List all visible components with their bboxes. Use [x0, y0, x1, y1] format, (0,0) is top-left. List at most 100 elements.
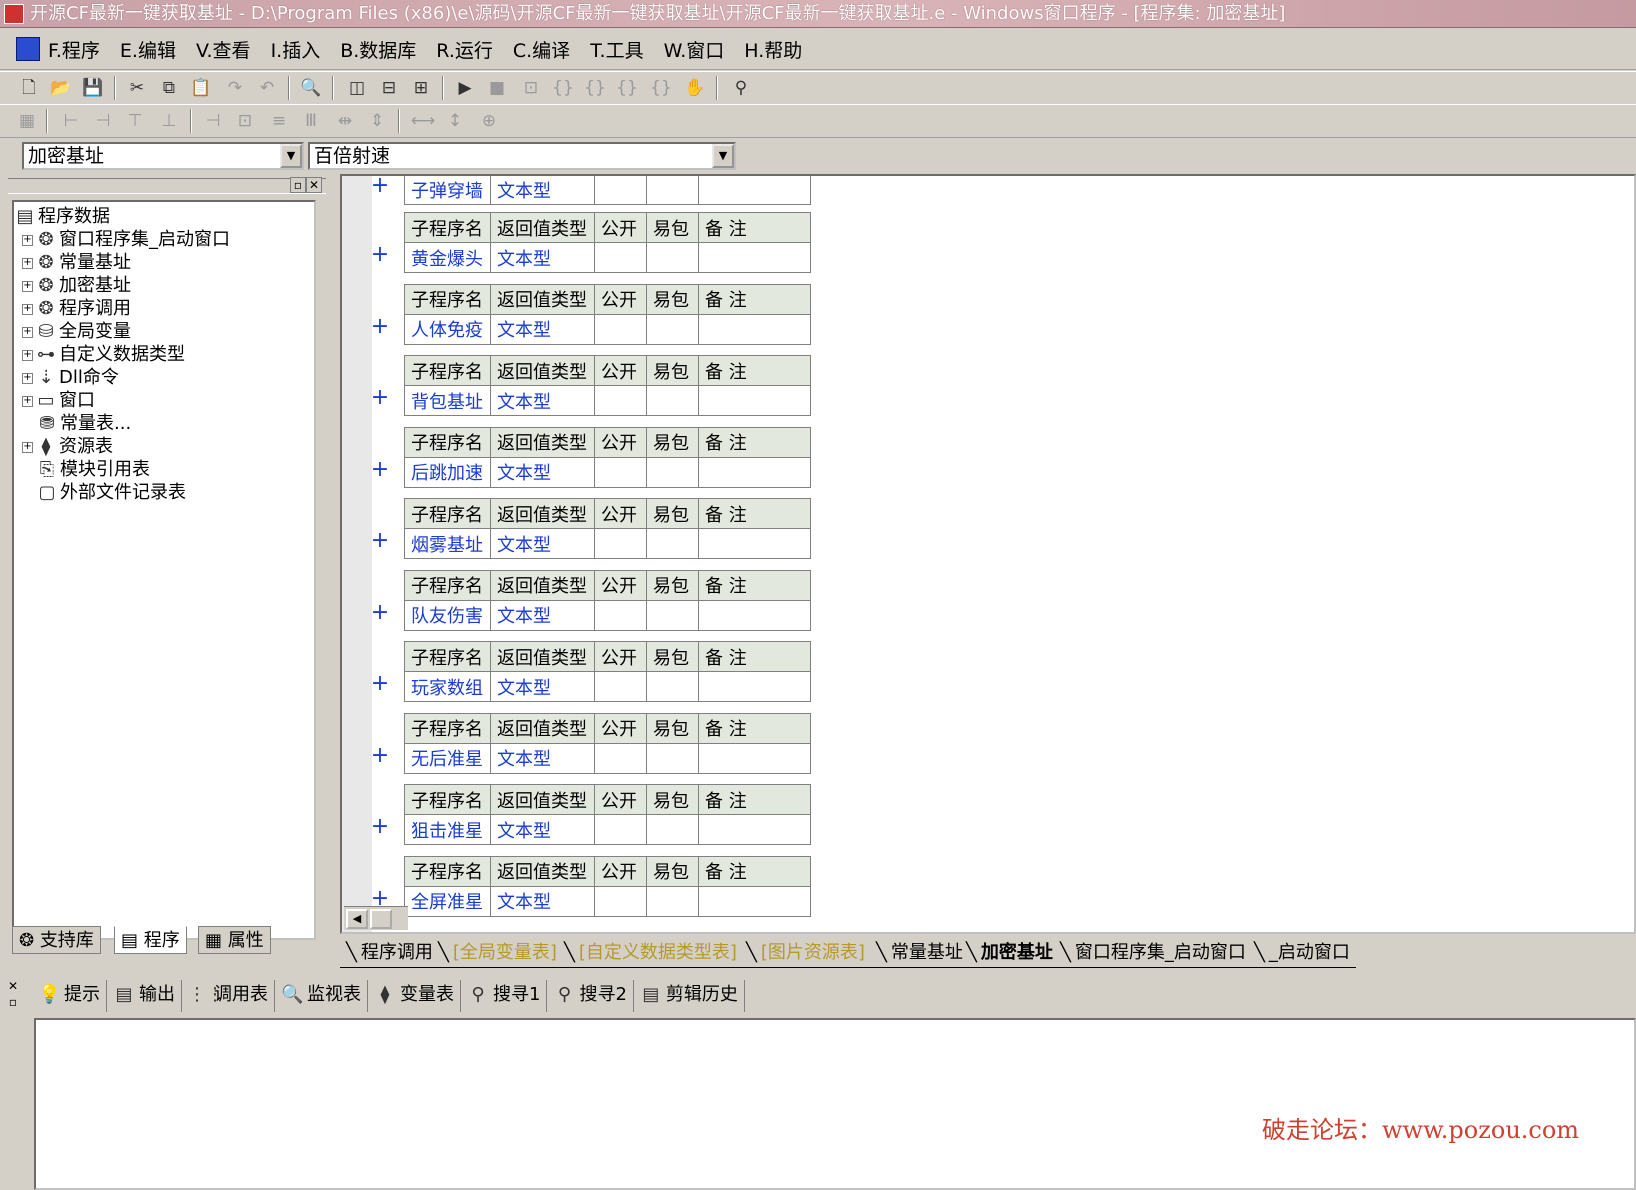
menu-insert[interactable]: I.插入: [269, 39, 323, 63]
tree-item-resources[interactable]: + ⧫ 资源表: [22, 436, 113, 458]
expand-plus-icon[interactable]: +: [370, 242, 390, 267]
redo-icon[interactable]: ↷: [222, 75, 248, 101]
maximize-panel-icon[interactable]: ▫: [290, 177, 306, 193]
align-left-icon[interactable]: ⊢: [58, 108, 84, 134]
e-language-logo-icon[interactable]: [16, 37, 40, 61]
tree-root[interactable]: ▤ 程序数据: [16, 206, 110, 228]
undo-icon[interactable]: ↶: [254, 75, 280, 101]
table-cell[interactable]: [646, 885, 699, 917]
table-row[interactable]: 后跳加速 文本型: [404, 456, 811, 488]
expand-plus-icon[interactable]: +: [370, 457, 390, 482]
run-icon[interactable]: ▶: [452, 75, 478, 101]
return-type-cell[interactable]: 文本型: [490, 599, 595, 631]
close-panel-icon[interactable]: ✕: [4, 978, 22, 994]
tab-image-resources[interactable]: [图片资源表]: [740, 938, 871, 968]
table-cell[interactable]: [594, 385, 647, 416]
expand-plus-icon[interactable]: +: [370, 600, 390, 625]
table-cell[interactable]: [594, 885, 647, 917]
menu-window[interactable]: W.窗口: [662, 39, 727, 63]
tree-item-const-table[interactable]: ⛃ 常量表...: [38, 413, 131, 435]
return-type-cell[interactable]: 文本型: [490, 456, 595, 488]
table-row[interactable]: 无后准星 文本型: [404, 742, 811, 774]
table-cell[interactable]: [594, 242, 647, 273]
tree-item-encrypt-base[interactable]: + ❂ 加密基址: [22, 275, 131, 297]
chevron-down-icon[interactable]: ▼: [712, 144, 734, 168]
tab-hint[interactable]: 💡 提示: [32, 980, 107, 1012]
return-type-cell[interactable]: 文本型: [490, 814, 595, 845]
debug-icon[interactable]: ⊡: [518, 75, 544, 101]
subroutine-name-cell[interactable]: 黄金爆头: [404, 242, 491, 273]
table-cell[interactable]: [646, 385, 699, 416]
center-h-icon[interactable]: ⊣: [200, 108, 226, 134]
restore-panel-icon[interactable]: ▫: [4, 994, 22, 1010]
return-type-cell[interactable]: 文本型: [490, 528, 595, 559]
table-cell[interactable]: [698, 385, 811, 416]
table-cell[interactable]: [646, 599, 699, 631]
copy-icon[interactable]: ⧉: [156, 75, 182, 101]
return-type-cell[interactable]: 文本型: [490, 313, 595, 345]
table-cell[interactable]: [646, 313, 699, 345]
table-row[interactable]: 全屏准星 文本型: [404, 885, 811, 917]
table-cell[interactable]: [646, 176, 699, 205]
menu-edit[interactable]: E.编辑: [118, 39, 178, 63]
table-cell[interactable]: [594, 176, 647, 205]
layout-left-icon[interactable]: ◫: [344, 75, 370, 101]
tree-item-global-vars[interactable]: + ⛁ 全局变量: [22, 321, 131, 343]
step-out-icon[interactable]: {}: [614, 75, 640, 101]
tree-item-window-assembly[interactable]: + ❂ 窗口程序集_启动窗口: [22, 229, 230, 251]
menu-view[interactable]: V.查看: [194, 39, 253, 63]
table-cell[interactable]: [646, 742, 699, 774]
tree-item-custom-types[interactable]: + ⊶ 自定义数据类型: [22, 344, 185, 366]
table-cell[interactable]: [594, 599, 647, 631]
same-height-icon[interactable]: ↕: [442, 108, 468, 134]
new-file-icon[interactable]: 🗋: [16, 75, 42, 101]
subroutine-name-cell[interactable]: 狙击准星: [404, 814, 491, 845]
table-cell[interactable]: [594, 671, 647, 702]
table-cell[interactable]: [698, 885, 811, 917]
table-row[interactable]: 狙击准星 文本型: [404, 814, 811, 845]
menu-tools[interactable]: T.工具: [588, 39, 645, 63]
return-type-cell[interactable]: 文本型: [490, 671, 595, 702]
center-vert-icon[interactable]: Ⅲ: [298, 108, 324, 134]
hand-icon[interactable]: ✋: [682, 75, 708, 101]
return-type-cell[interactable]: 文本型: [490, 242, 595, 273]
chevron-down-icon[interactable]: ▼: [280, 144, 302, 168]
tab-watch[interactable]: 🔍 监视表: [275, 980, 368, 1012]
menu-help[interactable]: H.帮助: [742, 39, 804, 63]
tab-program[interactable]: ▤ 程序: [114, 926, 187, 954]
space-h-icon[interactable]: ⇹: [332, 108, 358, 134]
tab-search2[interactable]: ⚲ 搜寻2: [547, 980, 634, 1012]
expand-plus-icon[interactable]: +: [370, 743, 390, 768]
layout-top-icon[interactable]: ⊟: [376, 75, 402, 101]
assembly-select[interactable]: 加密基址 ▼: [22, 142, 304, 170]
table-row[interactable]: 背包基址 文本型: [404, 385, 811, 416]
code-editor[interactable]: 子弹穿墙 文本型 + 子程序名 返回值类型 公开 易包备 注黄金爆头 文本型 + 子程序名 返回值类…: [340, 174, 1636, 934]
subroutine-name-cell[interactable]: 全屏准星: [404, 885, 491, 917]
table-cell[interactable]: [646, 528, 699, 559]
open-file-icon[interactable]: 📂: [48, 75, 74, 101]
align-bottom-icon[interactable]: ⊥: [156, 108, 182, 134]
return-type-cell[interactable]: 文本型: [490, 176, 595, 205]
tab-encrypt-base[interactable]: 加密基址: [960, 938, 1059, 968]
menu-compile[interactable]: C.编译: [511, 39, 572, 63]
expand-plus-icon[interactable]: +: [370, 528, 390, 553]
table-cell[interactable]: [698, 671, 811, 702]
paste-icon[interactable]: 📋: [188, 75, 214, 101]
panel-grip[interactable]: ▫ ✕: [8, 177, 326, 194]
cut-icon[interactable]: ✂: [124, 75, 150, 101]
table-cell[interactable]: [594, 528, 647, 559]
expand-plus-icon[interactable]: +: [370, 385, 390, 410]
tab-startup-window[interactable]: _启动窗口: [1248, 938, 1356, 968]
subroutine-name-cell[interactable]: 人体免疫: [404, 313, 491, 345]
table-cell[interactable]: [594, 313, 647, 345]
align-top-icon[interactable]: ⊤: [122, 108, 148, 134]
tab-program-call[interactable]: 程序调用: [340, 938, 439, 968]
space-v-icon[interactable]: ⇕: [364, 108, 390, 134]
subroutine-name-cell[interactable]: 烟雾基址: [404, 528, 491, 559]
return-type-cell[interactable]: 文本型: [490, 385, 595, 416]
table-cell[interactable]: [646, 242, 699, 273]
tab-search1[interactable]: ⚲ 搜寻1: [461, 980, 548, 1012]
expand-plus-icon[interactable]: +: [370, 314, 390, 339]
table-cell[interactable]: [646, 814, 699, 845]
stop-icon[interactable]: ■: [484, 75, 510, 101]
